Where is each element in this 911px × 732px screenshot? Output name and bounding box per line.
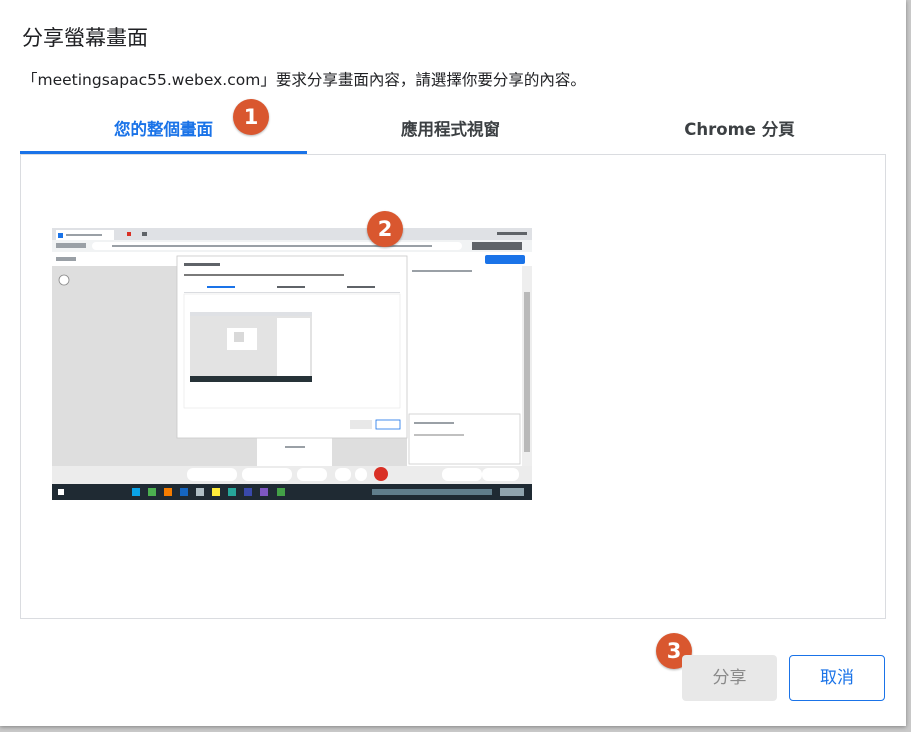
screen-thumbnail-image — [52, 228, 532, 500]
share-screen-dialog: 分享螢幕畫面 「meetingsapac55.webex.com」要求分享畫面內… — [0, 0, 906, 726]
step-badge-2: 2 — [367, 211, 403, 247]
tab-chrome-tab[interactable]: Chrome 分頁 — [594, 110, 885, 153]
tab-application-window[interactable]: 應用程式視窗 — [307, 110, 594, 153]
screen-thumbnail[interactable] — [52, 228, 532, 500]
dialog-description: 「meetingsapac55.webex.com」要求分享畫面內容，請選擇你要… — [22, 71, 586, 89]
share-button[interactable]: 分享 — [682, 655, 777, 701]
dialog-title: 分享螢幕畫面 — [22, 26, 148, 50]
tab-bar: 您的整個畫面 應用程式視窗 Chrome 分頁 — [20, 110, 885, 155]
step-badge-1: 1 — [233, 99, 269, 135]
cancel-button[interactable]: 取消 — [789, 655, 885, 701]
